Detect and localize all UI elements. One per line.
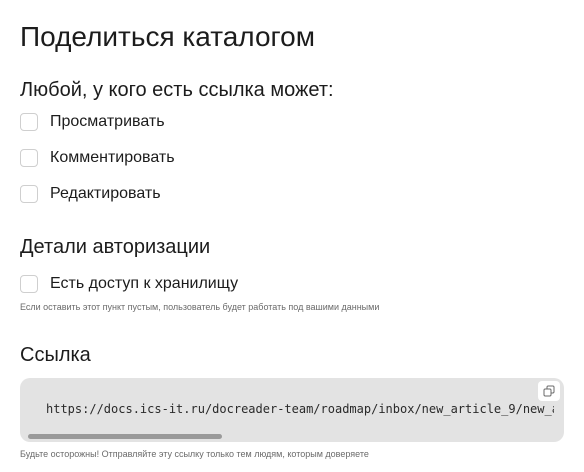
link-box[interactable]: https://docs.ics-it.ru/docreader-team/ro… bbox=[20, 378, 564, 442]
edit-permission-label: Редактировать bbox=[50, 185, 161, 202]
checkbox-box[interactable] bbox=[20, 113, 38, 131]
storage-access-label: Есть доступ к хранилищу bbox=[50, 275, 239, 292]
auth-hint: Если оставить этот пункт пустым, пользов… bbox=[20, 302, 380, 312]
checkbox-box[interactable] bbox=[20, 185, 38, 203]
permissions-heading: Любой, у кого есть ссылка может: bbox=[20, 79, 334, 101]
auth-heading: Детали авторизации bbox=[20, 236, 211, 258]
view-permission-label: Просматривать bbox=[50, 113, 165, 130]
share-link-url[interactable]: https://docs.ics-it.ru/docreader-team/ro… bbox=[46, 401, 554, 417]
link-heading: Ссылка bbox=[20, 344, 91, 366]
scrollbar-thumb[interactable] bbox=[28, 434, 222, 439]
comment-permission-label: Комментировать bbox=[50, 149, 175, 166]
link-warning: Будьте осторожны! Отправляйте эту ссылку… bbox=[20, 449, 369, 459]
link-scrollbar[interactable] bbox=[28, 434, 558, 439]
copy-link-button[interactable] bbox=[538, 381, 560, 401]
page-title: Поделиться каталогом bbox=[20, 21, 315, 52]
comment-permission-checkbox[interactable]: Комментировать bbox=[20, 148, 175, 168]
checkbox-box[interactable] bbox=[20, 275, 38, 293]
edit-permission-checkbox[interactable]: Редактировать bbox=[20, 184, 161, 204]
view-permission-checkbox[interactable]: Просматривать bbox=[20, 112, 165, 132]
checkbox-box[interactable] bbox=[20, 149, 38, 167]
storage-access-checkbox[interactable]: Есть доступ к хранилищу bbox=[20, 274, 238, 294]
copy-icon bbox=[543, 385, 555, 397]
